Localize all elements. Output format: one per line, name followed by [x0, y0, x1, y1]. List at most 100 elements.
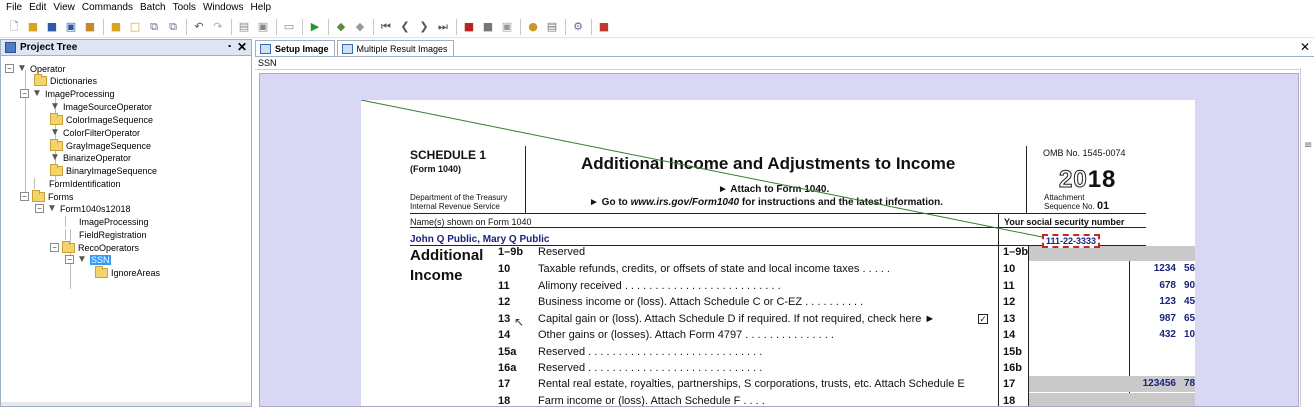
toolbar: 🗋 ■ ■ ▣ ■ ■ □ ⧉ ⧉ ↶ ↷ ▤ ▣ ▭ ▶ ◆ ◆ ⏮ ❮ ❯ …: [0, 16, 1314, 38]
menu-tools[interactable]: Tools: [173, 0, 196, 16]
grip-icon[interactable]: ≡: [1304, 140, 1312, 151]
collapse-icon[interactable]: −: [35, 204, 44, 213]
book-stack-icon[interactable]: ▤: [544, 19, 560, 35]
save-icon[interactable]: ■: [44, 19, 60, 35]
folder-icon: [32, 189, 45, 202]
menu-help[interactable]: Help: [251, 0, 272, 16]
folder-remove-icon[interactable]: □: [127, 19, 143, 35]
close-tab-icon[interactable]: ✕: [1300, 40, 1310, 54]
pin-icon[interactable]: ⬝: [228, 41, 231, 52]
image-viewer[interactable]: SCHEDULE 1 (Form 1040) Department of the…: [259, 73, 1299, 407]
tab-multiple-result-images[interactable]: Multiple Result Images: [336, 40, 454, 56]
tree-node-label: BinarizeOperator: [63, 152, 132, 163]
tree-node-imageprocessing[interactable]: − ▼ ImageProcessing: [20, 87, 115, 100]
collapse-icon[interactable]: −: [20, 192, 29, 201]
toolbar-separator: [373, 18, 374, 35]
tree-node-imagesourceoperator[interactable]: ▼ ImageSourceOperator: [50, 100, 152, 113]
project-tree-title: Project Tree: [20, 42, 78, 53]
last-page-icon[interactable]: ⏭: [435, 19, 451, 35]
folder-icon: [50, 112, 63, 125]
next-page-icon[interactable]: ❯: [416, 19, 432, 35]
step-icon[interactable]: ◆: [333, 19, 349, 35]
open-folder-icon[interactable]: ■: [25, 19, 41, 35]
tree-node-imageprocessing-form[interactable]: ImageProcessing: [65, 215, 149, 228]
export-cube-icon[interactable]: ■: [596, 19, 612, 35]
registration-line: [361, 100, 1043, 238]
folder-icon: [50, 163, 63, 176]
tree-node-label: ColorImageSequence: [66, 114, 154, 125]
previous-page-icon[interactable]: ❮: [397, 19, 413, 35]
toolbar-separator: [328, 18, 329, 35]
menu-bar: File Edit View Commands Batch Tools Wind…: [0, 0, 1314, 16]
tree-node-ignoreareas[interactable]: IgnoreAreas: [95, 265, 161, 279]
registration-line-overlay: [361, 100, 1043, 238]
dictionary-icon[interactable]: ●: [525, 19, 541, 35]
menu-file[interactable]: File: [6, 0, 22, 16]
tree-node-ssn[interactable]: − ▼ SSN: [65, 253, 111, 266]
tree-node-binarizeoperator[interactable]: ▼ BinarizeOperator: [50, 151, 131, 164]
monitor-icon[interactable]: ▭: [281, 19, 297, 35]
project-tree-icon: [5, 42, 16, 53]
save-all-icon[interactable]: ▣: [63, 19, 79, 35]
ssn-selection-box[interactable]: 111-22-3333: [1042, 234, 1101, 248]
tree-node-label-selected: SSN: [90, 254, 111, 265]
run-icon[interactable]: ▶: [307, 19, 323, 35]
collapse-icon[interactable]: −: [65, 255, 74, 264]
tree-node-label: Operator: [30, 63, 66, 74]
tree-node-label: IgnoreAreas: [111, 267, 161, 278]
tree-node-dictionaries[interactable]: Dictionaries: [34, 73, 98, 87]
mouse-cursor-icon: ↖: [514, 315, 525, 329]
paste-icon[interactable]: ⧉: [165, 19, 181, 35]
image-tab-icon: [260, 43, 271, 54]
project-tree: − ▼ Operator Dictionaries − ▼ ImageProce…: [1, 56, 251, 406]
image-icon[interactable]: ▣: [499, 19, 515, 35]
stop-icon[interactable]: ◆: [352, 19, 368, 35]
tree-node-label: BinaryImageSequence: [66, 165, 158, 176]
first-page-icon[interactable]: ⏮: [378, 19, 394, 35]
tab-setup-image[interactable]: Setup Image: [255, 40, 335, 56]
document-icon[interactable]: ▤: [236, 19, 252, 35]
folder-add-icon[interactable]: ■: [108, 19, 124, 35]
tree-node-form1040s12018[interactable]: − ▼ Form1040s12018: [35, 202, 131, 215]
menu-edit[interactable]: Edit: [29, 0, 46, 16]
operator-funnel-icon: ▼: [50, 127, 60, 138]
operator-funnel-icon: ▼: [50, 152, 60, 163]
tree-node-label: Dictionaries: [50, 75, 98, 86]
package-icon[interactable]: ■: [82, 19, 98, 35]
delete-icon[interactable]: ▣: [255, 19, 271, 35]
operator-funnel-icon: ▼: [77, 254, 87, 265]
new-icon[interactable]: 🗋: [6, 19, 22, 35]
tree-guide-line: [65, 216, 66, 227]
toolbar-separator: [565, 18, 566, 35]
menu-windows[interactable]: Windows: [203, 0, 244, 16]
collapse-icon[interactable]: −: [20, 89, 29, 98]
copy-icon[interactable]: ⧉: [146, 19, 162, 35]
folder-icon: [95, 265, 108, 278]
toolbar-separator: [591, 18, 592, 35]
tree-node-label: GrayImageSequence: [66, 140, 152, 151]
menu-commands[interactable]: Commands: [82, 0, 133, 16]
operator-funnel-icon: ▼: [17, 63, 27, 74]
tree-node-label: RecoOperators: [78, 242, 140, 253]
collapse-icon[interactable]: −: [5, 64, 14, 73]
toolbar-separator: [231, 18, 232, 35]
layers-icon[interactable]: ■: [480, 19, 496, 35]
menu-batch[interactable]: Batch: [140, 0, 166, 16]
project-tree-header: Project Tree ⬝ ✕: [1, 40, 251, 56]
menu-view[interactable]: View: [53, 0, 75, 16]
grid-tab-icon: [341, 43, 353, 54]
tree-node-fieldregistration[interactable]: FieldRegistration: [65, 228, 147, 241]
tree-guide-line: [34, 178, 35, 189]
horizontal-scrollbar[interactable]: [1, 402, 251, 406]
close-icon[interactable]: ✕: [237, 40, 247, 54]
tree-node-formidentification[interactable]: FormIdentification: [34, 177, 121, 190]
toolbar-separator: [520, 18, 521, 35]
collapse-icon[interactable]: −: [50, 243, 59, 252]
tree-node-colorfilteroperator[interactable]: ▼ ColorFilterOperator: [50, 126, 140, 139]
tree-node-colorimagesequence[interactable]: ColorImageSequence: [50, 112, 154, 126]
redo-icon[interactable]: ↷: [210, 19, 226, 35]
tree-node-binaryimagesequence[interactable]: BinaryImageSequence: [50, 163, 158, 177]
book-icon[interactable]: ■: [461, 19, 477, 35]
undo-icon[interactable]: ↶: [191, 19, 207, 35]
settings-gear-icon[interactable]: ⚙: [570, 19, 586, 35]
